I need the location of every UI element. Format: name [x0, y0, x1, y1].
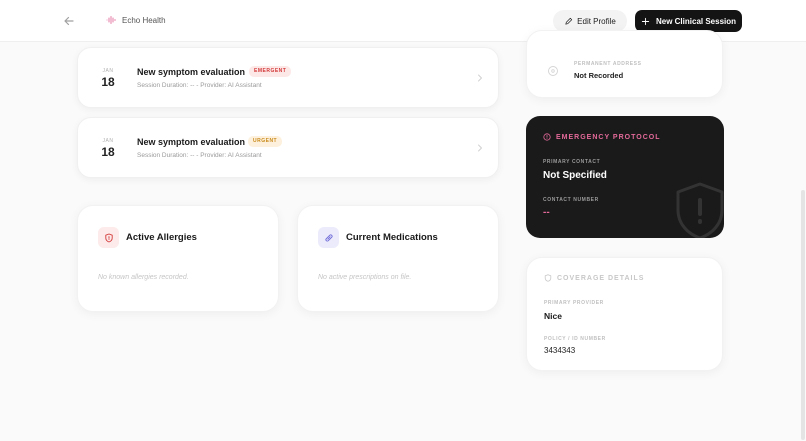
- coverage-card: COVERAGE DETAILS PRIMARY PROVIDER Nice P…: [526, 257, 723, 371]
- waveform-icon: [106, 16, 116, 24]
- session-meta: Session Duration: -- - Provider: AI Assi…: [137, 82, 262, 89]
- session-card[interactable]: JAN 18 New symptom evaluation URGENT Ses…: [77, 117, 499, 178]
- new-clinical-session-button[interactable]: New Clinical Session: [635, 10, 742, 32]
- session-meta: Session Duration: -- - Provider: AI Assi…: [137, 152, 262, 159]
- scrollbar[interactable]: [801, 190, 805, 440]
- brand[interactable]: Echo Health: [106, 15, 166, 25]
- primary-contact-label: PRIMARY CONTACT: [543, 159, 601, 165]
- coverage-header: COVERAGE DETAILS: [544, 274, 644, 282]
- edit-profile-label: Edit Profile: [577, 16, 616, 26]
- policy-label: POLICY / ID NUMBER: [544, 336, 606, 342]
- brand-name: Echo Health: [122, 15, 166, 25]
- policy-value: 3434343: [544, 346, 576, 355]
- chevron-right-icon: [478, 144, 482, 152]
- shield-watermark-icon: [676, 182, 724, 238]
- emergency-protocol-card: EMERGENCY PROTOCOL PRIMARY CONTACT Not S…: [526, 116, 724, 238]
- medications-title: Current Medications: [346, 232, 438, 243]
- pencil-icon: [565, 17, 573, 25]
- priority-badge-emergent: EMERGENT: [249, 66, 292, 77]
- shield-icon: [544, 274, 552, 282]
- provider-value: Nice: [544, 311, 562, 321]
- back-arrow-icon[interactable]: [62, 14, 76, 28]
- address-label: PERMANENT ADDRESS: [574, 61, 642, 67]
- session-title: New symptom evaluation: [137, 137, 246, 147]
- allergies-card: Active Allergies No known allergies reco…: [77, 205, 279, 312]
- medications-card: Current Medications No active prescripti…: [297, 205, 499, 312]
- chevron-right-icon: [478, 74, 482, 82]
- alert-circle-icon: [543, 133, 551, 141]
- contact-number-value: --: [543, 207, 550, 218]
- session-title: New symptom evaluation: [137, 67, 246, 77]
- contact-number-label: CONTACT NUMBER: [543, 197, 599, 203]
- plus-icon: [641, 17, 650, 25]
- pill-icon: [318, 227, 339, 248]
- provider-label: PRIMARY PROVIDER: [544, 300, 604, 306]
- medications-empty-text: No active prescriptions on file.: [318, 274, 412, 281]
- allergies-empty-text: No known allergies recorded.: [98, 274, 189, 281]
- location-pin-icon: [548, 66, 558, 76]
- session-day: 18: [101, 145, 115, 159]
- session-card[interactable]: JAN 18 New symptom evaluation EMERGENT S…: [77, 47, 499, 108]
- priority-badge-urgent: URGENT: [248, 136, 283, 147]
- address-value: Not Recorded: [574, 71, 624, 80]
- session-day: 18: [101, 75, 115, 89]
- allergies-title: Active Allergies: [126, 232, 197, 243]
- new-session-label: New Clinical Session: [655, 16, 737, 26]
- edit-profile-button[interactable]: Edit Profile: [553, 10, 627, 32]
- session-month: JAN: [102, 138, 114, 144]
- shield-alert-icon: [98, 227, 119, 248]
- primary-contact-value: Not Specified: [543, 170, 607, 181]
- emergency-header: EMERGENCY PROTOCOL: [543, 133, 660, 141]
- emergency-title: EMERGENCY PROTOCOL: [556, 133, 661, 141]
- session-month: JAN: [102, 68, 114, 74]
- coverage-title: COVERAGE DETAILS: [557, 274, 645, 282]
- address-card: PERMANENT ADDRESS Not Recorded: [526, 30, 723, 98]
